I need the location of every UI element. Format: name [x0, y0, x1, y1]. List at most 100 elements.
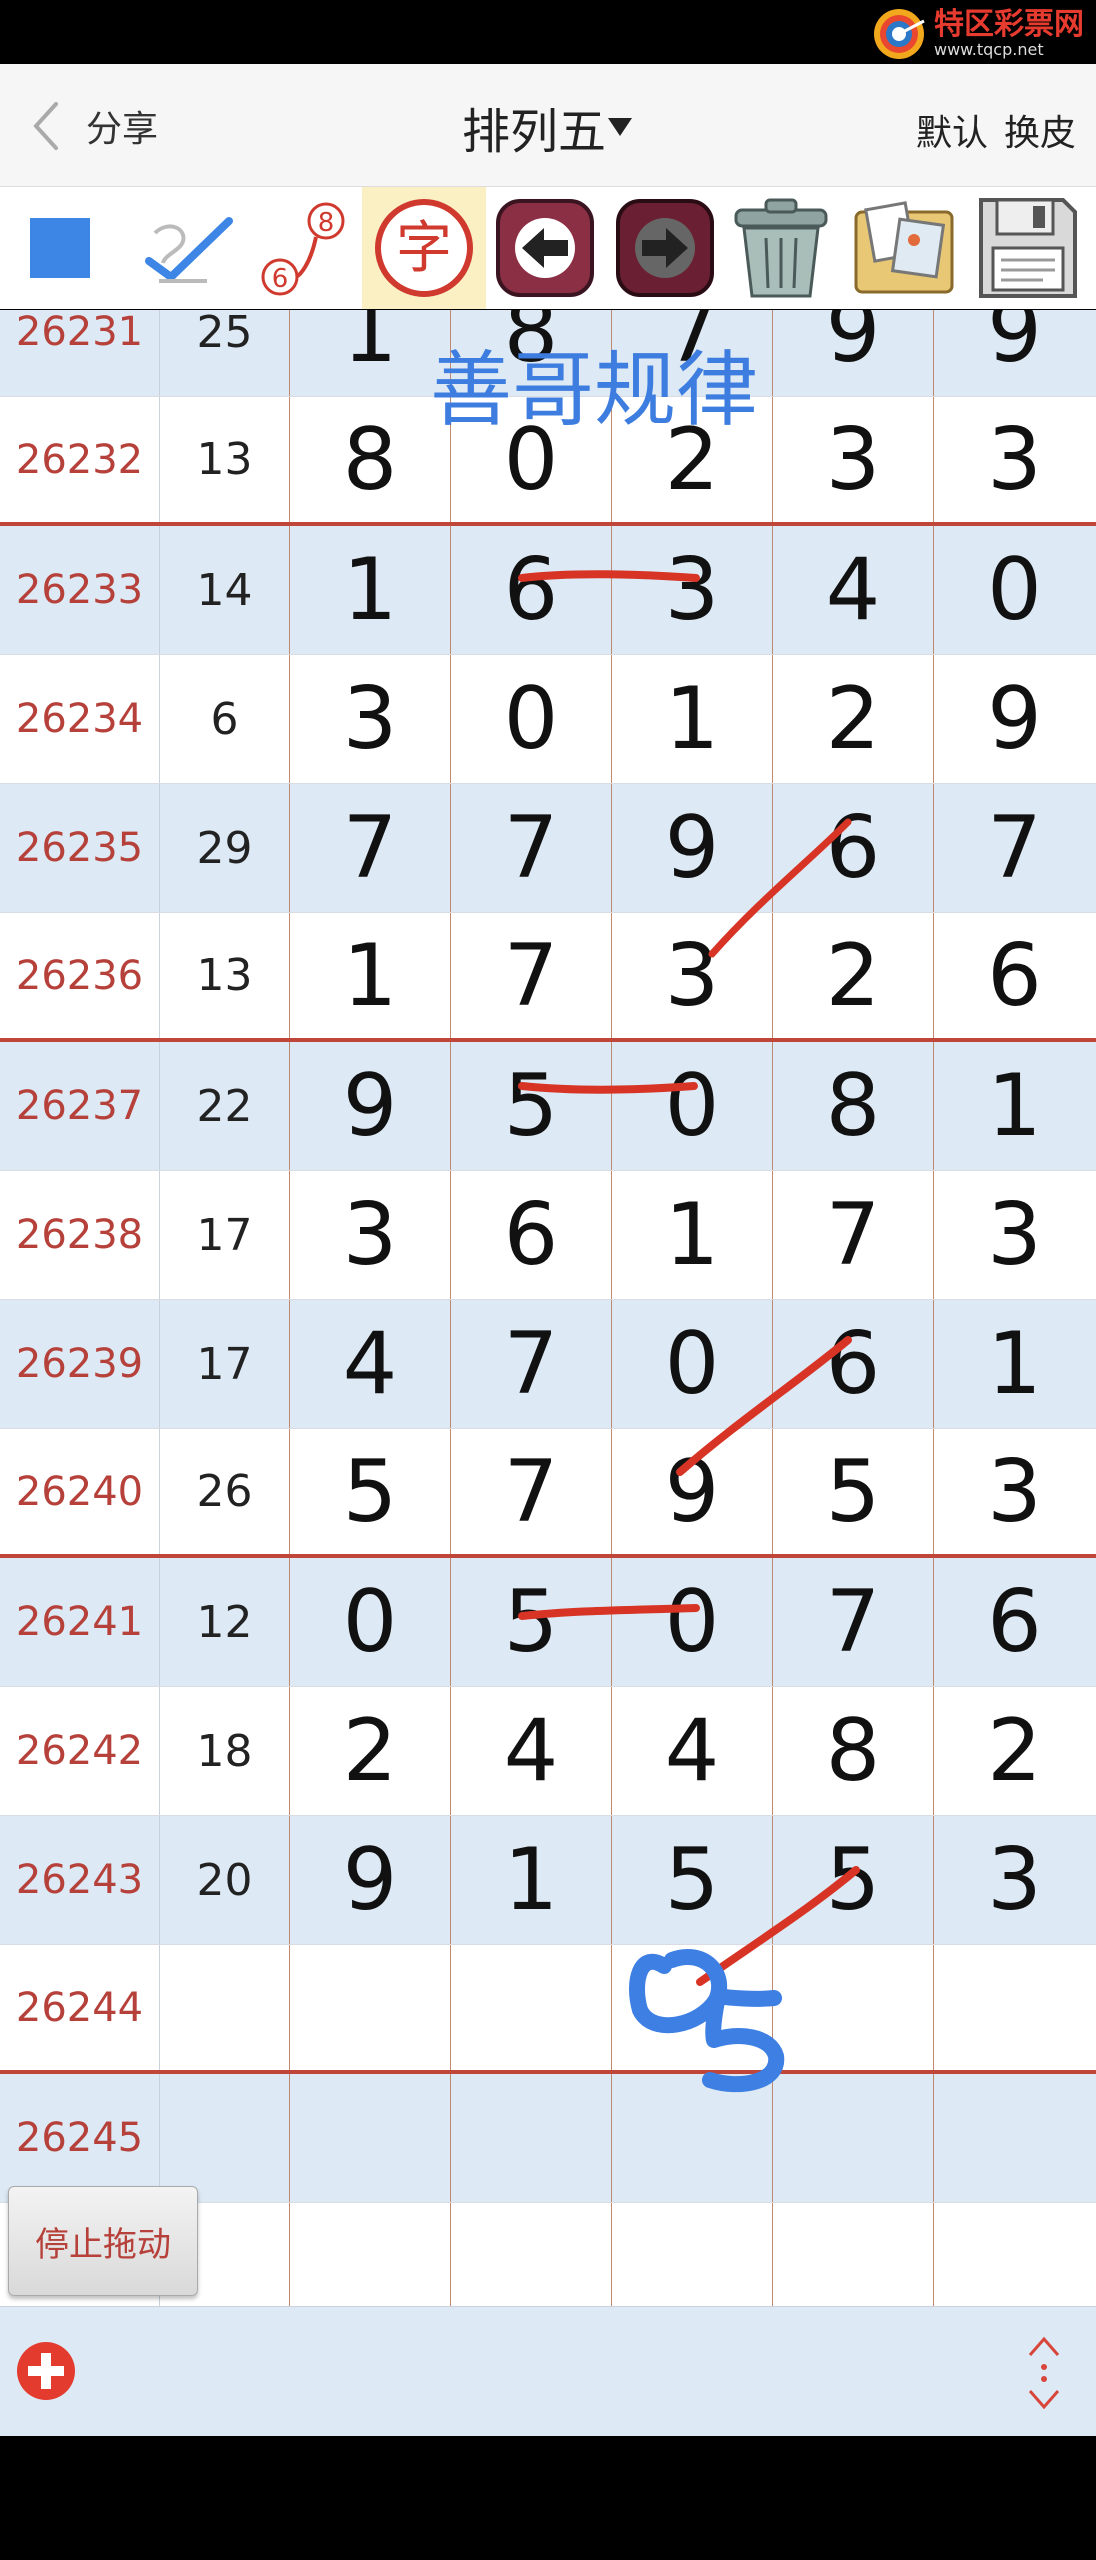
digit-cell[interactable] — [773, 1945, 934, 2070]
digit-cell[interactable]: 3 — [612, 526, 773, 654]
digit-cell[interactable] — [773, 2074, 934, 2202]
digit-cell[interactable]: 6 — [934, 1558, 1095, 1686]
table-row[interactable]: 26240 26 5 7 9 5 3 — [0, 1429, 1096, 1558]
digit-cell[interactable]: 8 — [773, 1687, 934, 1815]
change-skin-button[interactable]: 换皮 — [1004, 104, 1076, 156]
stop-drag-button[interactable]: 停止拖动 — [8, 2186, 198, 2296]
table-row[interactable]: 26243 20 9 1 5 5 3 — [0, 1816, 1096, 1945]
digit-cell[interactable]: 5 — [290, 1429, 451, 1554]
digit-cell[interactable] — [773, 2203, 934, 2306]
digit-cell[interactable]: 5 — [773, 1816, 934, 1944]
digit-cell[interactable]: 9 — [612, 1429, 773, 1554]
digit-cell[interactable]: 1 — [612, 655, 773, 783]
digit-cell[interactable]: 7 — [290, 784, 451, 912]
digit-cell[interactable] — [934, 2203, 1095, 2306]
digit-cell[interactable]: 1 — [451, 1816, 612, 1944]
digit-cell[interactable]: 6 — [934, 913, 1095, 1038]
table-row[interactable]: 26233 14 1 6 3 4 0 — [0, 526, 1096, 655]
digit-cell[interactable]: 1 — [290, 526, 451, 654]
digit-cell[interactable]: 1 — [290, 310, 451, 396]
digit-cell[interactable]: 4 — [290, 1300, 451, 1428]
digit-cell[interactable]: 9 — [934, 655, 1095, 783]
digit-cell[interactable]: 0 — [612, 1300, 773, 1428]
pen-tool-button[interactable] — [130, 187, 240, 309]
digit-cell[interactable]: 8 — [290, 397, 451, 522]
expand-collapse-icon[interactable] — [1022, 2333, 1066, 2413]
digit-cell[interactable] — [451, 1945, 612, 2070]
digit-cell[interactable]: 1 — [934, 1300, 1095, 1428]
undo-button[interactable] — [490, 187, 600, 309]
digit-cell[interactable]: 3 — [612, 913, 773, 1038]
table-row[interactable]: 26241 12 0 5 0 7 6 — [0, 1558, 1096, 1687]
digit-cell[interactable]: 5 — [773, 1429, 934, 1554]
table-row[interactable]: 26235 29 7 7 9 6 7 — [0, 784, 1096, 913]
gallery-button[interactable] — [844, 187, 964, 309]
digit-cell[interactable]: 5 — [612, 1816, 773, 1944]
digit-cell[interactable]: 3 — [934, 1171, 1095, 1299]
digit-cell[interactable]: 7 — [934, 784, 1095, 912]
table-row[interactable]: 26244 — [0, 1945, 1096, 2074]
digit-cell[interactable]: 8 — [773, 1042, 934, 1170]
digit-cell[interactable]: 7 — [773, 1171, 934, 1299]
table-row[interactable]: 26236 13 1 7 3 2 6 — [0, 913, 1096, 1042]
table-row[interactable]: 26234 6 3 0 1 2 9 — [0, 655, 1096, 784]
digit-cell[interactable] — [290, 1945, 451, 2070]
digit-cell[interactable]: 3 — [773, 397, 934, 522]
lottery-grid[interactable]: 26231 25 1 8 7 9 9 26232 13 8 0 2 3 3 26233 14 1 6 3 4 0 2623… — [0, 310, 1096, 2306]
color-picker-button[interactable] — [10, 187, 110, 309]
table-row[interactable]: 26237 22 9 5 0 8 1 — [0, 1042, 1096, 1171]
add-circle-icon[interactable] — [14, 2339, 78, 2403]
digit-cell[interactable] — [612, 2203, 773, 2306]
text-tool-button[interactable]: 字 — [362, 187, 486, 309]
digit-cell[interactable]: 1 — [290, 913, 451, 1038]
digit-cell[interactable] — [451, 2203, 612, 2306]
digit-cell[interactable] — [290, 2074, 451, 2202]
digit-cell[interactable] — [934, 1945, 1095, 2070]
digit-cell[interactable]: 3 — [934, 397, 1095, 522]
digit-cell[interactable]: 3 — [934, 1429, 1095, 1554]
digit-cell[interactable]: 0 — [451, 655, 612, 783]
digit-cell[interactable]: 0 — [934, 526, 1095, 654]
digit-cell[interactable]: 2 — [773, 913, 934, 1038]
digit-cell[interactable]: 4 — [451, 1687, 612, 1815]
digit-cell[interactable]: 7 — [451, 1300, 612, 1428]
digit-cell[interactable]: 6 — [451, 1171, 612, 1299]
digit-cell[interactable]: 9 — [934, 310, 1095, 396]
digit-cell[interactable]: 9 — [290, 1042, 451, 1170]
digit-cell[interactable]: 7 — [451, 1429, 612, 1554]
digit-cell[interactable] — [451, 2074, 612, 2202]
digit-cell[interactable]: 0 — [290, 1558, 451, 1686]
clear-button[interactable] — [722, 187, 840, 309]
table-row[interactable]: 26245 — [0, 2074, 1096, 2203]
digit-cell[interactable]: 0 — [612, 1042, 773, 1170]
redo-button[interactable] — [610, 187, 720, 309]
digit-cell[interactable]: 3 — [290, 1171, 451, 1299]
digit-cell[interactable]: 5 — [451, 1042, 612, 1170]
digit-cell[interactable]: 7 — [451, 913, 612, 1038]
digit-cell[interactable]: 6 — [451, 526, 612, 654]
digit-cell[interactable]: 3 — [934, 1816, 1095, 1944]
digit-cell[interactable]: 9 — [773, 310, 934, 396]
digit-cell[interactable]: 3 — [290, 655, 451, 783]
digit-cell[interactable]: 7 — [773, 1558, 934, 1686]
digit-cell[interactable]: 5 — [451, 1558, 612, 1686]
table-row[interactable]: 26239 17 4 7 0 6 1 — [0, 1300, 1096, 1429]
digit-cell[interactable]: 6 — [773, 1300, 934, 1428]
digit-cell[interactable]: 2 — [773, 655, 934, 783]
link-tool-button[interactable]: 8 6 — [252, 187, 352, 309]
digit-cell[interactable]: 6 — [773, 784, 934, 912]
digit-cell[interactable] — [290, 2203, 451, 2306]
digit-cell[interactable]: 1 — [612, 1171, 773, 1299]
save-button[interactable] — [968, 187, 1088, 309]
digit-cell[interactable] — [612, 1945, 773, 2070]
digit-cell[interactable]: 7 — [451, 784, 612, 912]
digit-cell[interactable]: 2 — [934, 1687, 1095, 1815]
digit-cell[interactable]: 9 — [612, 784, 773, 912]
digit-cell[interactable]: 1 — [934, 1042, 1095, 1170]
digit-cell[interactable]: 4 — [773, 526, 934, 654]
digit-cell[interactable]: 4 — [612, 1687, 773, 1815]
table-row[interactable]: 26242 18 2 4 4 8 2 — [0, 1687, 1096, 1816]
table-row[interactable]: 26238 17 3 6 1 7 3 — [0, 1171, 1096, 1300]
digit-cell[interactable] — [612, 2074, 773, 2202]
default-skin-button[interactable]: 默认 — [916, 104, 988, 156]
